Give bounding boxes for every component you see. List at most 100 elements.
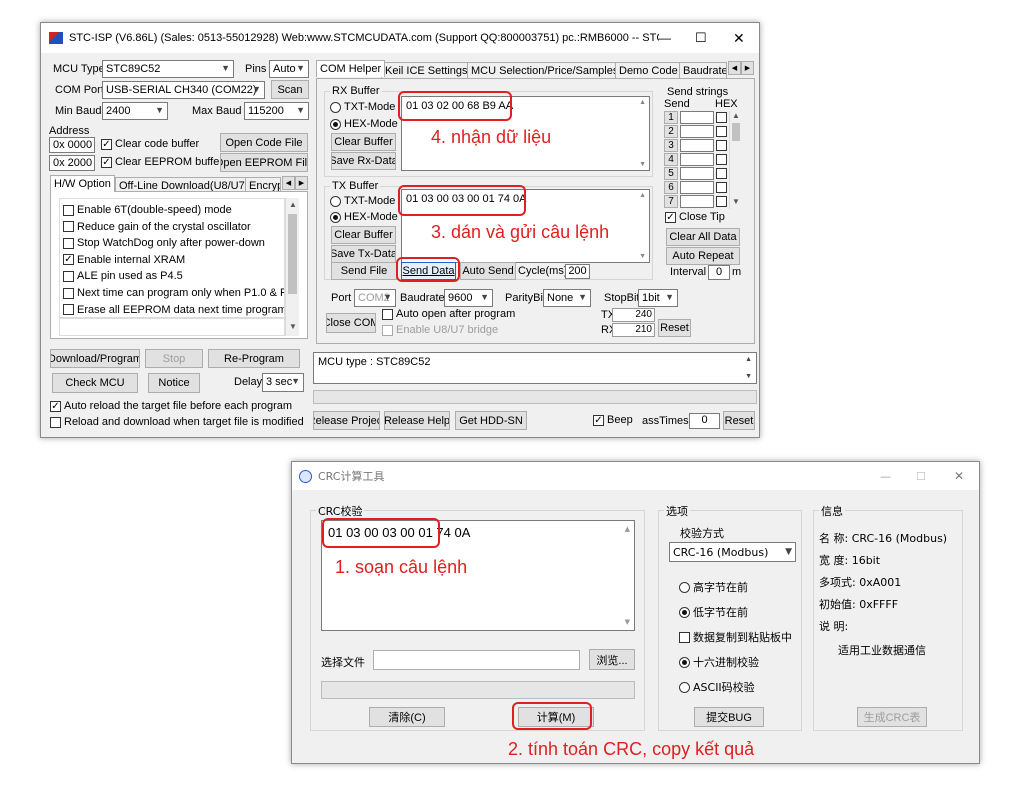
check-mcu-button[interactable]: Check MCU: [52, 373, 138, 393]
pins-select[interactable]: Auto ▼: [269, 60, 309, 78]
right-tab-scroll-right-button[interactable]: ▶: [741, 61, 754, 75]
send-string-button[interactable]: 7: [664, 195, 678, 208]
scroll-down-icon[interactable]: ▼: [730, 197, 742, 206]
save-tx-data-button[interactable]: Save Tx-Data: [331, 245, 396, 263]
count-reset-button[interactable]: Reset: [658, 319, 691, 337]
send-string-input[interactable]: [680, 181, 714, 194]
download-program-button[interactable]: Download/Program: [50, 349, 140, 368]
hex-checkbox[interactable]: [716, 168, 727, 179]
com-port-select[interactable]: USB-SERIAL CH340 (COM22) ▼: [102, 81, 265, 99]
hw-option-checkbox[interactable]: Stop WatchDog only after power-down: [63, 237, 265, 249]
hw-option-checkbox[interactable]: Erase all EEPROM data next time program …: [63, 304, 284, 316]
ascii-check-radio[interactable]: ASCII码校验: [679, 679, 755, 695]
rx-hex-mode-radio[interactable]: HEX-Mode: [330, 118, 398, 130]
submit-bug-button[interactable]: 提交BUG: [694, 707, 764, 727]
send-string-button[interactable]: 3: [664, 139, 678, 152]
scan-button[interactable]: Scan: [271, 80, 309, 99]
stopbit-select[interactable]: 1bit ▼: [638, 289, 678, 307]
minimize-icon[interactable]: —: [659, 31, 671, 45]
send-string-input[interactable]: [680, 195, 714, 208]
tab-mcu-selection[interactable]: MCU Selection/Price/Samples: [467, 62, 623, 79]
auto-repeat-button[interactable]: Auto Repeat: [666, 247, 740, 265]
release-help-button[interactable]: Release Help: [384, 411, 450, 430]
mcu-type-select[interactable]: STC89C52 ▼: [102, 60, 234, 78]
clear-eeprom-checkbox[interactable]: ✓ Clear EEPROM buffer: [101, 156, 223, 168]
stop-button[interactable]: Stop: [145, 349, 203, 368]
scroll-up-icon[interactable]: ▲: [286, 200, 300, 209]
send-string-button[interactable]: 6: [664, 181, 678, 194]
copy-to-clipboard-checkbox[interactable]: 数据复制到粘贴板中: [679, 629, 792, 645]
pass-times-input[interactable]: 0: [689, 413, 720, 429]
maximize-icon[interactable]: ☐: [916, 470, 926, 483]
minimize-icon[interactable]: —: [880, 470, 891, 483]
hex-check-radio[interactable]: 十六进制校验: [679, 654, 759, 670]
hex-checkbox[interactable]: [716, 112, 727, 123]
send-string-button[interactable]: 4: [664, 153, 678, 166]
parity-select[interactable]: None ▼: [543, 289, 591, 307]
file-path-input[interactable]: [373, 650, 580, 670]
send-string-input[interactable]: [680, 111, 714, 124]
send-string-input[interactable]: [680, 153, 714, 166]
hw-option-checkbox[interactable]: ALE pin used as P4.5: [63, 270, 183, 282]
send-string-button[interactable]: 5: [664, 167, 678, 180]
hex-checkbox[interactable]: [716, 196, 727, 207]
auto-reload-checkbox[interactable]: ✓ Auto reload the target file before each…: [50, 400, 292, 412]
notice-button[interactable]: Notice: [148, 373, 200, 393]
send-string-input[interactable]: [680, 167, 714, 180]
enable-bridge-checkbox[interactable]: Enable U8/U7 bridge: [382, 324, 498, 336]
tx-hex-mode-radio[interactable]: HEX-Mode: [330, 211, 398, 223]
hex-checkbox[interactable]: [716, 126, 727, 137]
tx-clear-buffer-button[interactable]: Clear Buffer: [331, 226, 396, 244]
hex-checkbox[interactable]: [716, 140, 727, 151]
eeprom-address-input[interactable]: 0x 2000: [49, 155, 95, 171]
tx-txt-mode-radio[interactable]: TXT-Mode: [330, 195, 395, 207]
reload-modified-checkbox[interactable]: Reload and download when target file is …: [50, 416, 304, 428]
open-code-file-button[interactable]: Open Code File: [220, 133, 308, 152]
send-string-button[interactable]: 1: [664, 111, 678, 124]
scroll-down-icon[interactable]: ▼: [286, 322, 300, 331]
right-tab-scroll-left-button[interactable]: ◀: [728, 61, 741, 75]
options-scrollbar[interactable]: ▲ ▼: [285, 198, 299, 336]
send-string-input[interactable]: [680, 125, 714, 138]
send-string-button[interactable]: 2: [664, 125, 678, 138]
max-baud-select[interactable]: 115200 ▼: [244, 102, 309, 120]
min-baud-select[interactable]: 2400 ▼: [102, 102, 168, 120]
close-tip-checkbox[interactable]: ✓ Close Tip: [665, 211, 725, 223]
low-byte-first-radio[interactable]: 低字节在前: [679, 604, 748, 620]
code-address-input[interactable]: 0x 0000: [49, 137, 95, 153]
close-com-button[interactable]: Close COM: [326, 313, 376, 333]
release-project-button[interactable]: Release Project: [313, 411, 380, 430]
send-strings-scrollbar[interactable]: ▲ ▼: [729, 111, 741, 209]
auto-send-button[interactable]: Auto Send: [460, 262, 516, 280]
baudrate-select[interactable]: 9600 ▼: [444, 289, 493, 307]
send-string-input[interactable]: [680, 139, 714, 152]
open-eeprom-file-button[interactable]: Open EEPROM File: [220, 153, 308, 172]
clear-all-data-button[interactable]: Clear All Data: [666, 228, 740, 246]
scroll-thumb[interactable]: [288, 214, 297, 294]
clear-code-checkbox[interactable]: ✓ Clear code buffer: [101, 138, 199, 150]
check-method-select[interactable]: CRC-16 (Modbus) ▼: [669, 542, 796, 562]
maximize-icon[interactable]: ☐: [695, 30, 707, 46]
hex-checkbox[interactable]: [716, 182, 727, 193]
rx-txt-mode-radio[interactable]: TXT-Mode: [330, 101, 395, 113]
scroll-up-icon[interactable]: ▲: [730, 111, 742, 120]
hex-checkbox[interactable]: [716, 154, 727, 165]
tab-scroll-left-button[interactable]: ◀: [282, 176, 295, 190]
browse-button[interactable]: 浏览...: [589, 649, 635, 670]
high-byte-first-radio[interactable]: 高字节在前: [679, 579, 748, 595]
clear-button[interactable]: 清除(C): [369, 707, 445, 727]
tab-hw-option[interactable]: H/W Option: [50, 175, 115, 192]
save-rx-data-button[interactable]: Save Rx-Data: [331, 152, 396, 170]
close-icon[interactable]: ✕: [733, 30, 745, 47]
hw-option-checkbox[interactable]: Reduce gain of the crystal oscillator: [63, 221, 251, 233]
auto-open-checkbox[interactable]: Auto open after program: [382, 308, 515, 320]
interval-input[interactable]: 0: [708, 265, 730, 280]
hw-option-checkbox[interactable]: Enable 6T(double-speed) mode: [63, 204, 232, 216]
hw-option-checkbox[interactable]: ✓ Enable internal XRAM: [63, 254, 185, 266]
tab-demo-code[interactable]: Demo Code: [615, 62, 682, 79]
hw-option-checkbox[interactable]: Next time can program only when P1.0 & P…: [63, 287, 284, 299]
get-hdd-sn-button[interactable]: Get HDD-SN: [455, 411, 527, 430]
scroll-thumb[interactable]: [732, 123, 740, 141]
close-icon[interactable]: ✕: [954, 469, 964, 483]
rx-clear-buffer-button[interactable]: Clear Buffer: [331, 133, 396, 151]
